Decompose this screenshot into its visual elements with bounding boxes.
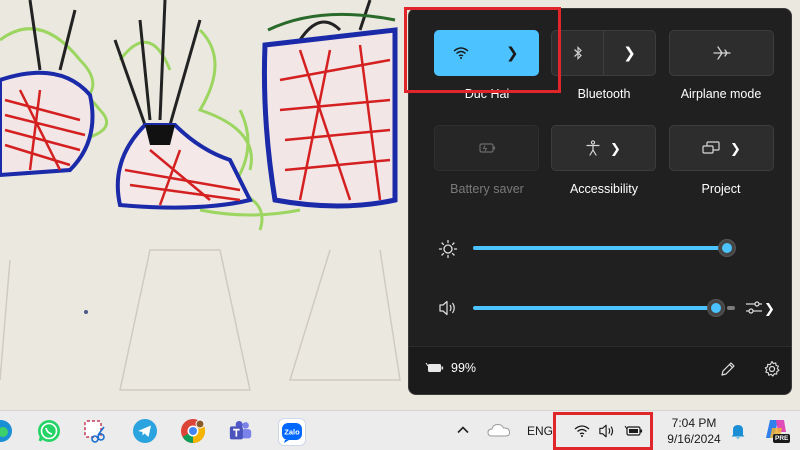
chevron-right-icon: ❯ (623, 44, 636, 62)
audio-output-icon (746, 301, 762, 314)
volume-remaining (727, 306, 735, 310)
battery-charging-icon (425, 362, 444, 372)
brightness-row (409, 233, 791, 263)
accessibility-tile[interactable]: ❯ (551, 125, 656, 171)
bluetooth-icon (573, 46, 582, 60)
quick-settings-footer: 99% (409, 346, 791, 394)
accessibility-tile-label: Accessibility (569, 182, 639, 196)
clock-time: 7:04 PM (671, 416, 717, 430)
airplane-mode-tile-label: Airplane mode (680, 87, 762, 101)
bluetooth-tile[interactable]: ❯ (551, 30, 656, 76)
chevron-right-icon: ❯ (764, 300, 775, 316)
wifi-highlight-box (404, 7, 561, 93)
airplane-mode-tile[interactable] (669, 30, 774, 76)
onedrive-button[interactable] (487, 423, 513, 439)
tray-highlight-box (553, 412, 653, 450)
chevron-right-icon: ❯ (730, 140, 741, 156)
brightness-thumb[interactable] (718, 239, 736, 257)
show-hidden-icons-button[interactable] (455, 423, 473, 439)
volume-slider[interactable] (473, 293, 739, 323)
edit-quick-settings-button[interactable] (719, 360, 739, 380)
project-icon (702, 141, 720, 154)
bluetooth-expand-button[interactable]: ❯ (604, 31, 655, 75)
brightness-icon (438, 239, 458, 259)
project-tile[interactable]: ❯ (669, 125, 774, 171)
language-indicator[interactable]: ENG (527, 424, 553, 438)
telegram-icon[interactable] (132, 418, 158, 444)
audio-output-button[interactable]: ❯ (745, 297, 777, 319)
volume-fill (473, 306, 716, 310)
chevron-right-icon: ❯ (610, 140, 621, 156)
clock-button[interactable]: 7:04 PM 9/16/2024 (664, 415, 724, 447)
chrome-icon[interactable] (180, 418, 206, 444)
preview-badge: PRE (773, 434, 791, 443)
gear-icon (764, 360, 780, 377)
brightness-fill (473, 246, 727, 250)
clock-date: 9/16/2024 (667, 432, 721, 446)
edge-icon[interactable] (0, 418, 14, 444)
battery-status-button[interactable]: 99% (425, 361, 476, 375)
brightness-slider[interactable] (473, 233, 739, 263)
zalo-label: Zalo (284, 428, 300, 437)
project-tile-label: Project (701, 182, 741, 196)
teams-icon[interactable] (228, 418, 254, 444)
battery-saver-tile[interactable] (434, 125, 539, 171)
notifications-button[interactable] (729, 422, 749, 442)
bell-icon (731, 425, 745, 439)
copilot-button[interactable]: PRE (764, 418, 794, 446)
snipping-tool-icon[interactable] (82, 418, 108, 444)
all-settings-button[interactable] (763, 360, 783, 380)
accessibility-icon (586, 140, 600, 156)
whatsapp-icon[interactable] (36, 418, 62, 444)
onedrive-icon (487, 423, 511, 437)
speaker-icon (439, 300, 455, 316)
pencil-icon (721, 362, 735, 376)
taskbar: Zalo ENG 7:04 PM 9/16/2024 PRE (0, 410, 800, 450)
chevron-up-icon (457, 426, 469, 434)
volume-thumb[interactable] (707, 299, 725, 317)
airplane-icon (712, 46, 731, 60)
battery-saver-tile-label: Battery saver (450, 182, 524, 196)
bluetooth-tile-label: Bluetooth (577, 87, 631, 101)
battery-saver-icon (478, 143, 495, 153)
volume-row: ❯ (409, 293, 791, 323)
zalo-icon[interactable]: Zalo (278, 418, 306, 446)
battery-percentage: 99% (451, 361, 477, 375)
